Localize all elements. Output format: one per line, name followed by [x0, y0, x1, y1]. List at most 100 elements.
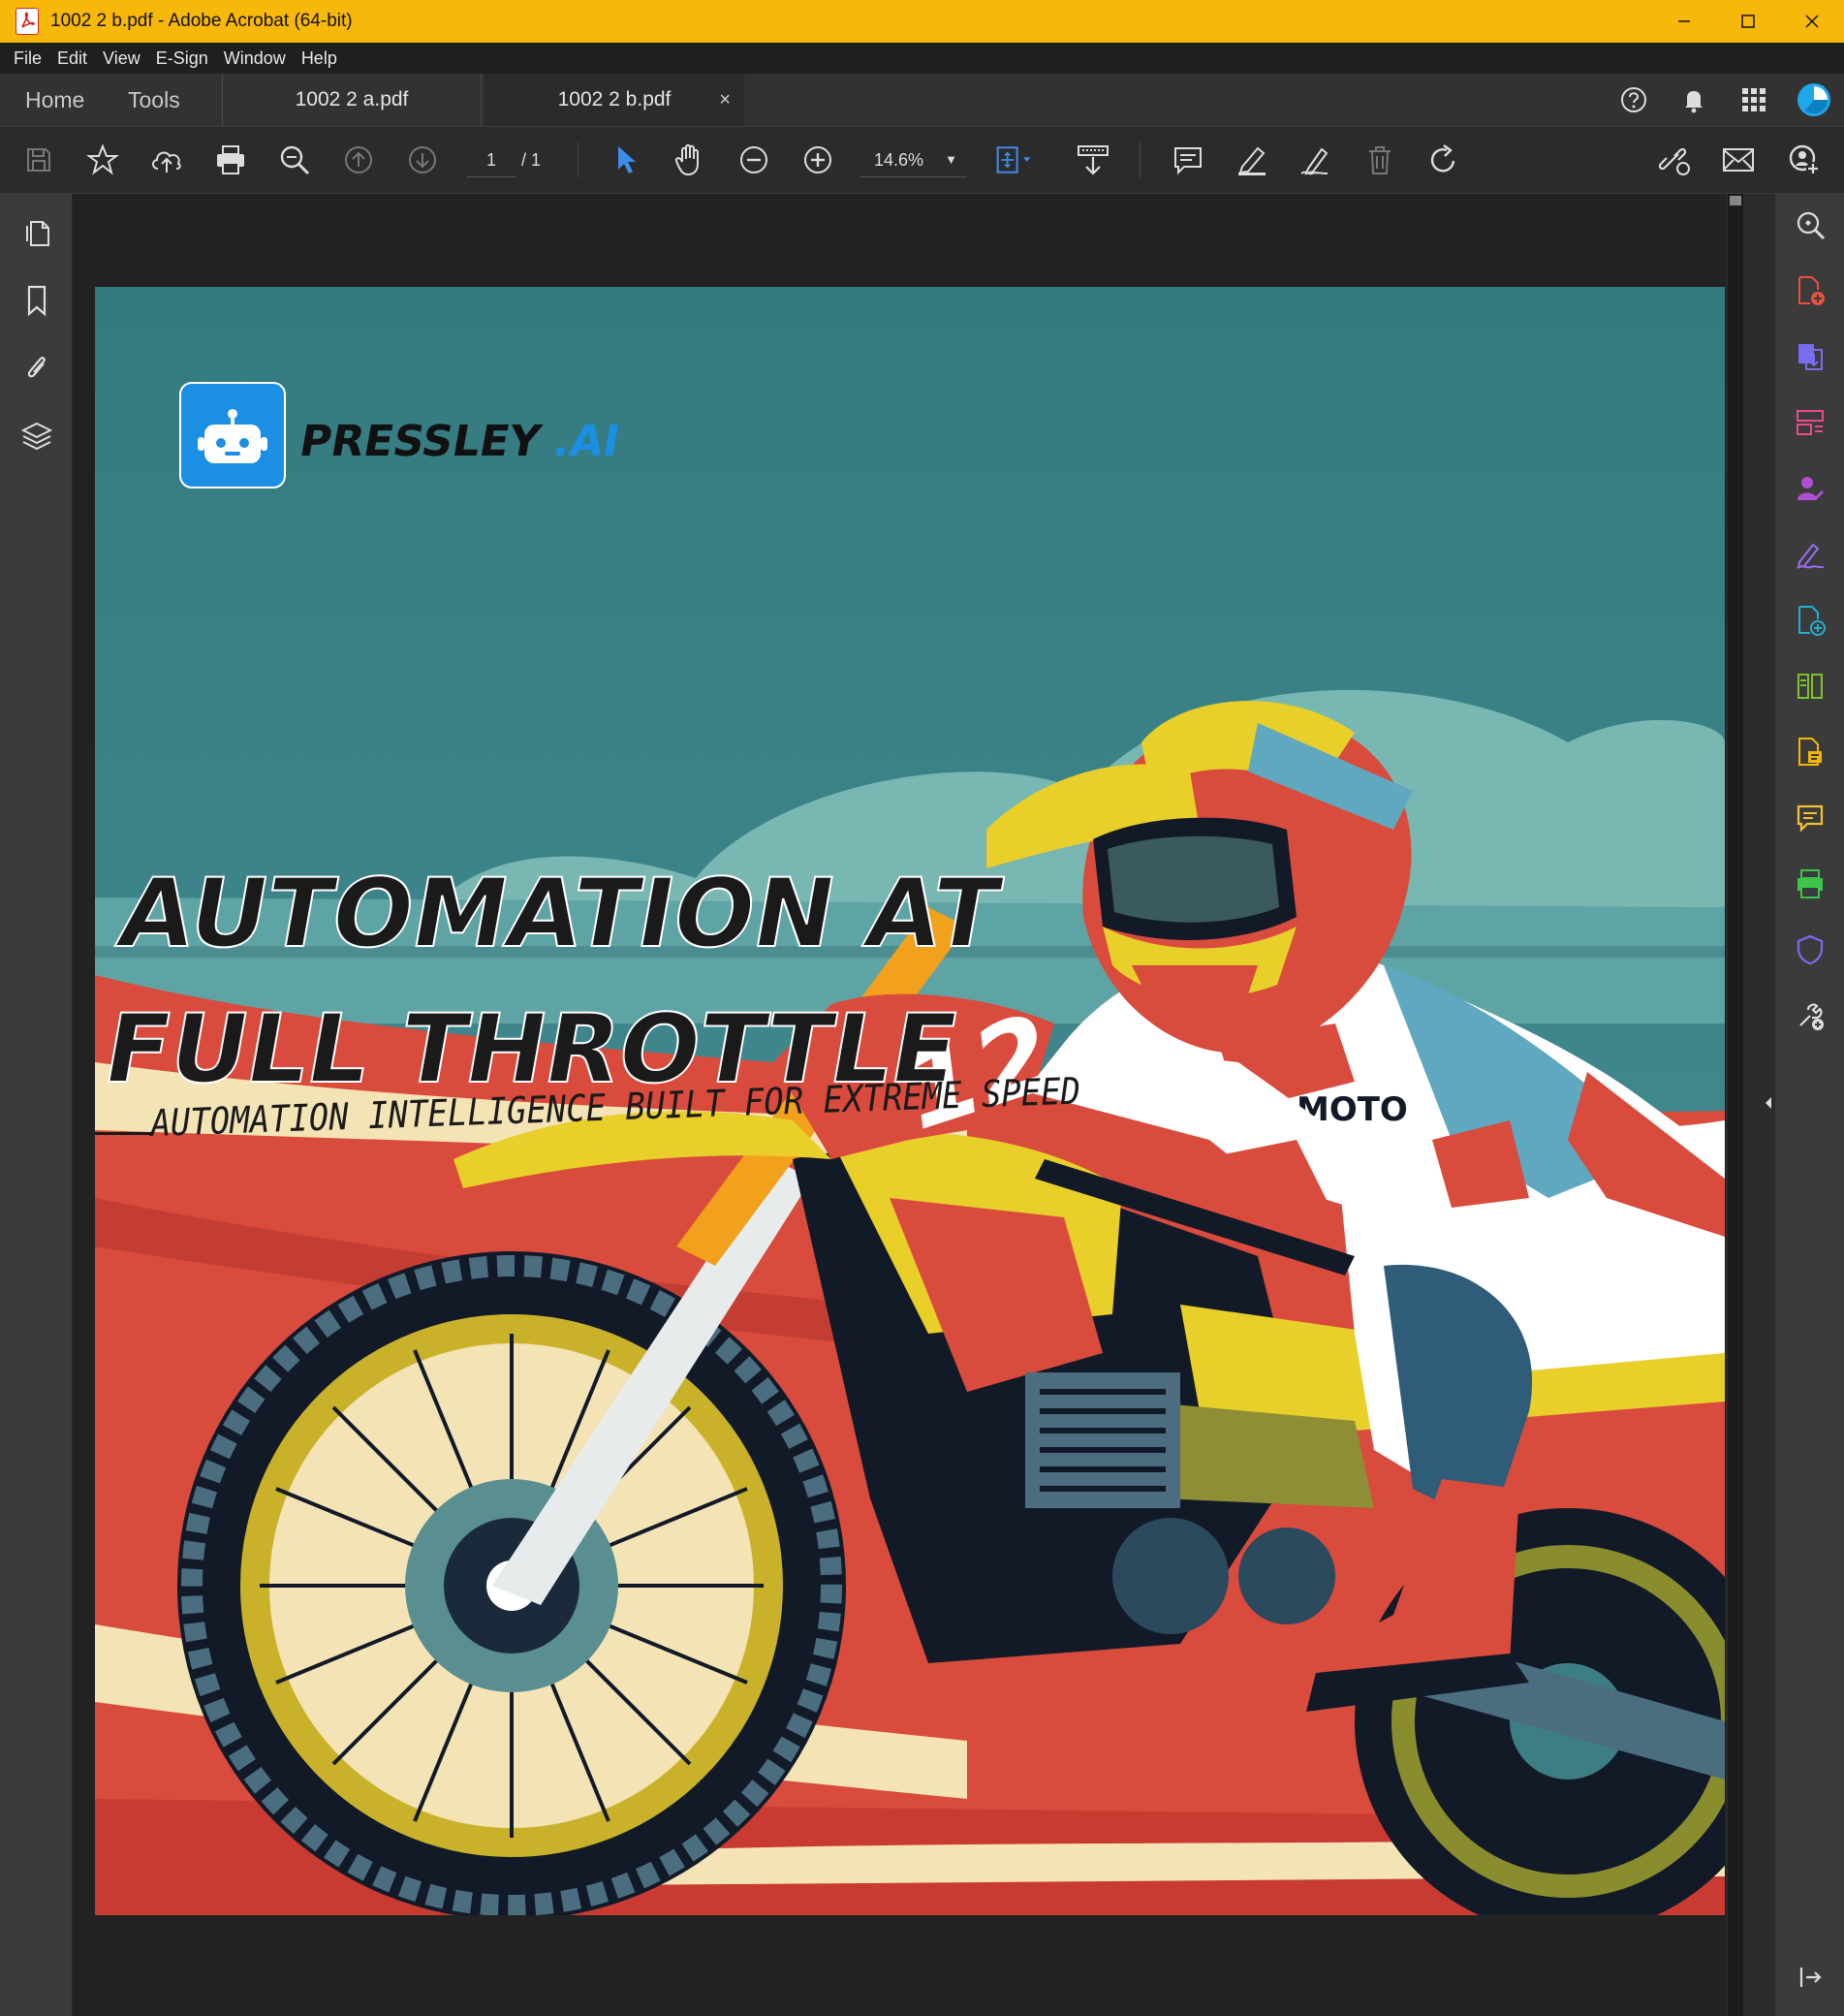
tab-close-icon[interactable]: × — [719, 74, 731, 126]
comment-button[interactable] — [1169, 141, 1207, 179]
page-total: / 1 — [521, 150, 542, 170]
zoom-level-dropdown[interactable]: 14.6% ▼ — [860, 143, 967, 177]
fit-page-icon — [996, 146, 1031, 173]
organize-pages-button[interactable] — [1793, 405, 1828, 440]
share-link-icon — [1658, 147, 1690, 175]
draw-button[interactable] — [1297, 141, 1335, 179]
select-tool-button[interactable] — [607, 141, 645, 179]
menu-file[interactable]: File — [6, 48, 49, 69]
search-zoom-icon — [1797, 211, 1826, 240]
scrollbar-thumb[interactable] — [1730, 196, 1741, 205]
menu-esign[interactable]: E-Sign — [148, 48, 216, 69]
combine-files-button[interactable] — [1793, 603, 1828, 638]
apps-button[interactable] — [1724, 85, 1784, 114]
export-pdf-button[interactable] — [1793, 339, 1828, 374]
attachment-icon — [27, 357, 46, 378]
zoom-out-icon — [740, 146, 767, 173]
page-up-icon — [345, 146, 372, 173]
delete-icon — [1369, 146, 1391, 174]
tab-tools[interactable]: Tools — [128, 74, 180, 126]
share-user-icon — [1789, 144, 1820, 175]
save-icon — [27, 148, 50, 172]
notifications-button[interactable] — [1664, 85, 1724, 114]
layers-icon — [20, 422, 53, 451]
page-thumbnails-button[interactable] — [19, 215, 54, 250]
brand-name: PRESSLEY — [296, 417, 545, 466]
menu-help[interactable]: Help — [294, 48, 345, 69]
vertical-scrollbar[interactable] — [1728, 194, 1743, 2016]
scroll-mode-button[interactable] — [1074, 141, 1112, 179]
maximize-button[interactable] — [1716, 0, 1780, 43]
page-thumbnails-icon — [26, 221, 49, 246]
bell-icon — [1685, 91, 1703, 113]
rotate-icon — [1430, 144, 1455, 173]
maximize-icon — [1741, 15, 1755, 28]
create-pdf-button[interactable] — [1793, 273, 1828, 308]
organize-pages-icon — [1797, 410, 1824, 435]
share-link-button[interactable] — [1655, 141, 1694, 179]
fit-page-button[interactable] — [994, 141, 1033, 179]
account-avatar-icon — [1797, 83, 1830, 116]
chevron-left-icon — [1766, 1097, 1771, 1109]
highlight-button[interactable] — [1233, 141, 1271, 179]
previous-page-button[interactable] — [339, 141, 378, 179]
acrobat-app-icon — [16, 8, 39, 35]
headline-line1: AUTOMATION AT — [110, 859, 1008, 969]
highlight-icon — [1238, 146, 1266, 175]
hand-tool-button[interactable] — [671, 141, 709, 179]
page-number-input[interactable]: 1 — [467, 143, 516, 177]
layers-button[interactable] — [19, 419, 54, 454]
comment-tool-button[interactable] — [1793, 801, 1828, 835]
bookmarks-button[interactable] — [19, 283, 54, 318]
print-button[interactable] — [211, 141, 250, 179]
save-button[interactable] — [19, 141, 58, 179]
fill-sign-button[interactable] — [1793, 537, 1828, 572]
create-pdf-icon — [1798, 276, 1825, 305]
upload-button[interactable] — [147, 141, 186, 179]
share-user-button[interactable] — [1785, 141, 1824, 179]
tab-bar: Home Tools 1002 2 a.pdf 1002 2 b.pdf × — [0, 74, 1844, 127]
request-signature-button[interactable] — [1793, 471, 1828, 506]
tab-home[interactable]: Home — [25, 74, 84, 126]
right-panel-toggle[interactable] — [1764, 1095, 1773, 1111]
scan-ocr-button[interactable] — [1793, 866, 1828, 901]
pdf-page: 12 MOTO AUTOMATION AT FULL THROTTLE AUTO… — [95, 287, 1725, 1915]
search-tool-button[interactable] — [1793, 207, 1828, 242]
menu-bar: File Edit View E-Sign Window Help — [0, 43, 1844, 74]
close-window-button[interactable] — [1780, 0, 1844, 43]
minimize-button[interactable] — [1652, 0, 1716, 43]
find-button[interactable] — [275, 141, 314, 179]
email-button[interactable] — [1719, 141, 1758, 179]
compress-pdf-button[interactable] — [1793, 669, 1828, 704]
delete-button[interactable] — [1360, 141, 1399, 179]
protect-icon — [1797, 934, 1824, 965]
zoom-out-button[interactable] — [734, 141, 773, 179]
help-button[interactable] — [1604, 85, 1664, 114]
bookmark-icon — [27, 285, 47, 317]
tab-document-b[interactable]: 1002 2 b.pdf × — [484, 74, 744, 126]
menu-edit[interactable]: Edit — [49, 48, 95, 69]
tab-document-a[interactable]: 1002 2 a.pdf — [222, 74, 482, 126]
select-cursor-icon — [618, 146, 636, 173]
rotate-button[interactable] — [1424, 141, 1463, 179]
next-page-button[interactable] — [403, 141, 442, 179]
menu-view[interactable]: View — [95, 48, 148, 69]
attachments-button[interactable] — [19, 349, 54, 384]
zoom-in-icon — [804, 146, 831, 173]
edit-pdf-button[interactable] — [1793, 735, 1828, 770]
bookmark-star-button[interactable] — [83, 141, 122, 179]
menu-window[interactable]: Window — [216, 48, 294, 69]
zoom-level-value: 14.6% — [874, 150, 924, 170]
zoom-in-button[interactable] — [798, 141, 837, 179]
export-pdf-icon — [1798, 344, 1823, 370]
email-icon — [1723, 148, 1754, 172]
tab-document-b-label: 1002 2 b.pdf — [557, 88, 672, 110]
scan-ocr-icon — [1797, 869, 1823, 898]
more-tools-button[interactable] — [1793, 998, 1828, 1033]
expand-panel-button[interactable] — [1793, 1960, 1828, 1995]
comment-tool-icon — [1797, 804, 1824, 833]
edit-pdf-icon — [1798, 738, 1822, 766]
account-button[interactable] — [1784, 82, 1844, 117]
document-viewport[interactable]: 12 MOTO AUTOMATION AT FULL THROTTLE AUTO… — [73, 194, 1726, 2016]
protect-button[interactable] — [1793, 932, 1828, 967]
